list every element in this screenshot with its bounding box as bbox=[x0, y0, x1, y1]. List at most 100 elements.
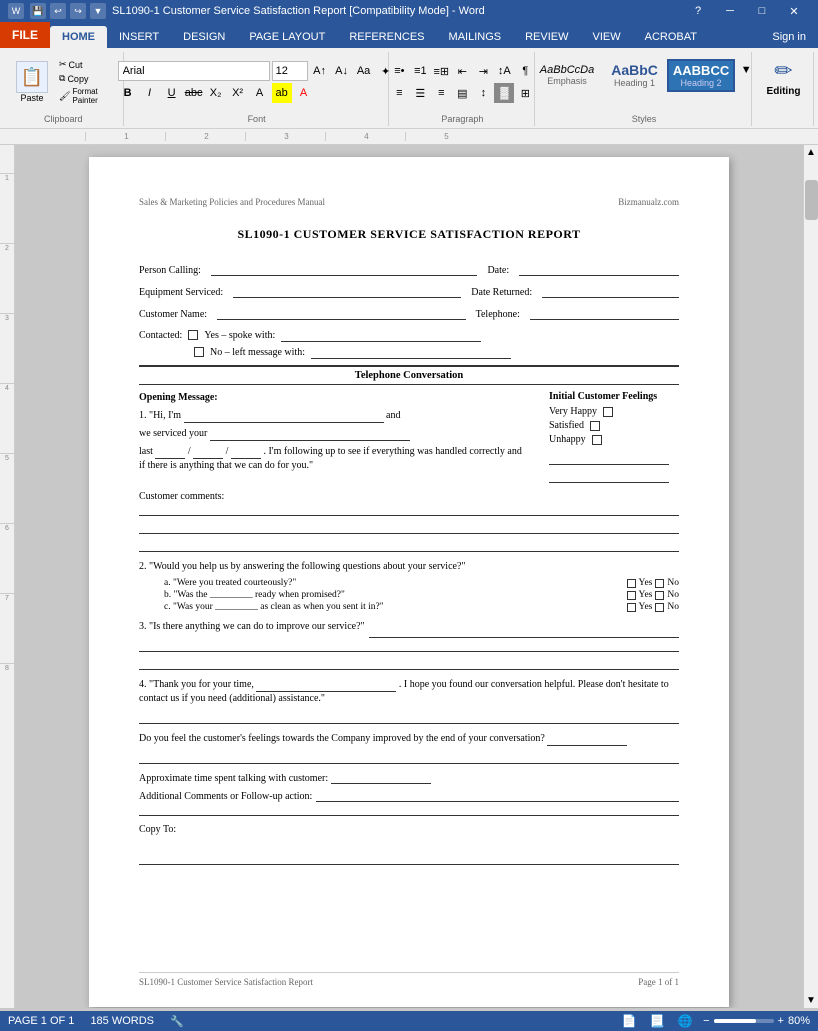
tab-home[interactable]: HOME bbox=[50, 26, 107, 48]
copy-to-line[interactable] bbox=[139, 851, 679, 865]
zoom-in-button[interactable]: + bbox=[778, 1015, 784, 1027]
strikethrough-button[interactable]: abc bbox=[184, 83, 204, 103]
q3-answer[interactable] bbox=[369, 624, 679, 638]
tab-references[interactable]: REFERENCES bbox=[337, 26, 436, 48]
tab-file[interactable]: FILE bbox=[0, 22, 50, 48]
comments-line2[interactable] bbox=[139, 520, 679, 534]
underline-button[interactable]: U bbox=[162, 83, 182, 103]
redo-icon[interactable]: ↪ bbox=[70, 3, 86, 19]
text-effect-button[interactable]: A bbox=[250, 83, 270, 103]
sign-in-link[interactable]: Sign in bbox=[760, 26, 818, 48]
telephone-field[interactable] bbox=[530, 306, 679, 320]
style-heading2[interactable]: AABBCC Heading 2 bbox=[667, 59, 735, 92]
q4-name-field[interactable] bbox=[256, 680, 396, 692]
font-size-input[interactable] bbox=[272, 61, 308, 81]
paste-button[interactable]: 📋 Paste bbox=[10, 59, 54, 105]
improved-field[interactable] bbox=[547, 734, 627, 746]
yes-spoke-field[interactable] bbox=[281, 328, 481, 342]
no-message-field[interactable] bbox=[311, 345, 511, 359]
additional-line2[interactable] bbox=[139, 802, 679, 816]
tab-page-layout[interactable]: PAGE LAYOUT bbox=[237, 26, 337, 48]
undo-icon[interactable]: ↩ bbox=[50, 3, 66, 19]
unhappy-checkbox[interactable] bbox=[592, 435, 602, 445]
bullets-button[interactable]: ≡• bbox=[389, 61, 409, 81]
date-field[interactable] bbox=[519, 262, 679, 276]
yn-b-no-box[interactable] bbox=[655, 591, 664, 600]
font-color-button[interactable]: A bbox=[294, 83, 314, 103]
name-field[interactable] bbox=[184, 411, 384, 423]
copy-button[interactable]: ⧉ Copy bbox=[56, 72, 117, 85]
yn-c-no-box[interactable] bbox=[655, 603, 664, 612]
font-name-input[interactable] bbox=[118, 61, 270, 81]
format-painter-button[interactable]: 🖌 Format Painter bbox=[56, 86, 117, 106]
comments-line1[interactable] bbox=[139, 502, 679, 516]
save-icon[interactable]: 💾 bbox=[30, 3, 46, 19]
improved-line[interactable] bbox=[139, 750, 679, 764]
tab-design[interactable]: DESIGN bbox=[171, 26, 237, 48]
additional-comments-field[interactable] bbox=[316, 788, 679, 802]
line-spacing-button[interactable]: ↕ bbox=[473, 83, 493, 103]
no-checkbox[interactable] bbox=[194, 347, 204, 357]
numbering-button[interactable]: ≡1 bbox=[410, 61, 430, 81]
align-right-button[interactable]: ≡ bbox=[431, 83, 451, 103]
zoom-out-button[interactable]: − bbox=[703, 1015, 709, 1027]
maximize-button[interactable]: □ bbox=[746, 0, 778, 22]
tab-review[interactable]: REVIEW bbox=[513, 26, 580, 48]
cut-button[interactable]: ✂ Cut bbox=[56, 58, 117, 71]
tab-mailings[interactable]: MAILINGS bbox=[437, 26, 514, 48]
subscript-button[interactable]: X₂ bbox=[206, 83, 226, 103]
minimize-button[interactable]: ─ bbox=[714, 0, 746, 22]
tab-view[interactable]: VIEW bbox=[581, 26, 633, 48]
date-field3[interactable] bbox=[231, 447, 261, 459]
align-center-button[interactable]: ☰ bbox=[410, 83, 430, 103]
q3-line2[interactable] bbox=[139, 638, 679, 652]
superscript-button[interactable]: X² bbox=[228, 83, 248, 103]
vertical-scrollbar[interactable]: ▲ ▼ bbox=[803, 145, 818, 1008]
q4-line1[interactable] bbox=[139, 710, 679, 724]
date-field1[interactable] bbox=[155, 447, 185, 459]
view-web-button[interactable]: 🌐 bbox=[675, 1011, 695, 1031]
increase-indent-button[interactable]: ⇥ bbox=[473, 61, 493, 81]
document-page[interactable]: Sales & Marketing Policies and Procedure… bbox=[89, 157, 729, 1007]
yn-c-yes-box[interactable] bbox=[627, 603, 636, 612]
multilevel-button[interactable]: ≡⊞ bbox=[431, 61, 451, 81]
zoom-slider[interactable] bbox=[714, 1019, 774, 1023]
date-field2[interactable] bbox=[193, 447, 223, 459]
shrink-font-button[interactable]: A↓ bbox=[332, 61, 352, 81]
tab-insert[interactable]: INSERT bbox=[107, 26, 171, 48]
person-calling-field[interactable] bbox=[211, 262, 478, 276]
case-button[interactable]: Aa bbox=[354, 61, 374, 81]
style-heading1[interactable]: AaBbC Heading 1 bbox=[603, 58, 666, 92]
sort-button[interactable]: ↕A bbox=[494, 61, 514, 81]
serviced-field[interactable] bbox=[210, 429, 410, 441]
scroll-down-button[interactable]: ▼ bbox=[804, 993, 818, 1008]
approx-time-field[interactable] bbox=[331, 772, 431, 784]
help-button[interactable]: ? bbox=[682, 0, 714, 22]
scroll-up-button[interactable]: ▲ bbox=[804, 145, 818, 160]
align-left-button[interactable]: ≡ bbox=[389, 83, 409, 103]
customer-name-field[interactable] bbox=[217, 306, 466, 320]
grow-font-button[interactable]: A↑ bbox=[310, 61, 330, 81]
yn-a-no-box[interactable] bbox=[655, 579, 664, 588]
shading-button[interactable]: ▓ bbox=[494, 83, 514, 103]
view-read-button[interactable]: 📄 bbox=[619, 1011, 639, 1031]
italic-button[interactable]: I bbox=[140, 83, 160, 103]
equipment-field[interactable] bbox=[233, 284, 461, 298]
date-returned-field[interactable] bbox=[542, 284, 679, 298]
more-icon[interactable]: ▼ bbox=[90, 3, 106, 19]
very-happy-checkbox[interactable] bbox=[603, 407, 613, 417]
yn-b-yes-box[interactable] bbox=[627, 591, 636, 600]
style-emphasis[interactable]: AaBbCcDa Emphasis bbox=[532, 60, 602, 90]
yes-checkbox[interactable] bbox=[188, 330, 198, 340]
close-button[interactable]: ✕ bbox=[778, 0, 810, 22]
scroll-thumb[interactable] bbox=[805, 180, 818, 220]
text-highlight-button[interactable]: ab bbox=[272, 83, 292, 103]
q3-line3[interactable] bbox=[139, 656, 679, 670]
tab-acrobat[interactable]: ACROBAT bbox=[633, 26, 709, 48]
bold-button[interactable]: B bbox=[118, 83, 138, 103]
justify-button[interactable]: ▤ bbox=[452, 83, 472, 103]
comments-line3[interactable] bbox=[139, 538, 679, 552]
view-print-button[interactable]: 📃 bbox=[647, 1011, 667, 1031]
satisfied-checkbox[interactable] bbox=[590, 421, 600, 431]
decrease-indent-button[interactable]: ⇤ bbox=[452, 61, 472, 81]
